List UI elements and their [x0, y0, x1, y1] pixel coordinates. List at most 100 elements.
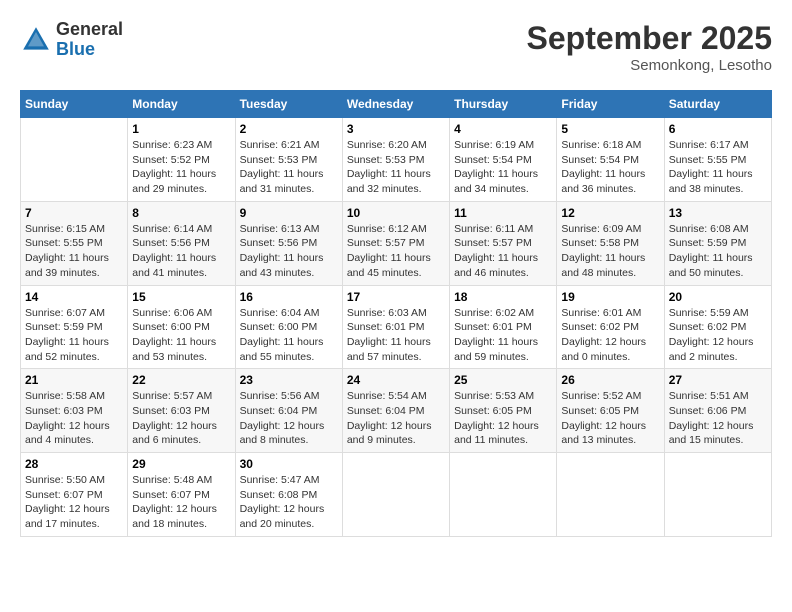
- day-number: 23: [240, 373, 338, 387]
- calendar-cell: 20 Sunrise: 5:59 AMSunset: 6:02 PMDayligh…: [664, 285, 771, 369]
- day-info: Sunrise: 5:58 AMSunset: 6:03 PMDaylight:…: [25, 389, 123, 448]
- column-header-sunday: Sunday: [21, 91, 128, 118]
- day-number: 14: [25, 290, 123, 304]
- day-number: 8: [132, 206, 230, 220]
- calendar-cell: 27 Sunrise: 5:51 AMSunset: 6:06 PMDayligh…: [664, 369, 771, 453]
- calendar-cell: 13 Sunrise: 6:08 AMSunset: 5:59 PMDayligh…: [664, 201, 771, 285]
- day-info: Sunrise: 6:15 AMSunset: 5:55 PMDaylight:…: [25, 222, 123, 281]
- day-number: 25: [454, 373, 552, 387]
- day-info: Sunrise: 6:06 AMSunset: 6:00 PMDaylight:…: [132, 306, 230, 365]
- calendar-week-row: 14 Sunrise: 6:07 AMSunset: 5:59 PMDayligh…: [21, 285, 772, 369]
- calendar-cell: 3 Sunrise: 6:20 AMSunset: 5:53 PMDaylight…: [342, 118, 449, 202]
- logo: General Blue: [20, 20, 123, 60]
- day-info: Sunrise: 6:11 AMSunset: 5:57 PMDaylight:…: [454, 222, 552, 281]
- day-info: Sunrise: 6:14 AMSunset: 5:56 PMDaylight:…: [132, 222, 230, 281]
- day-info: Sunrise: 5:51 AMSunset: 6:06 PMDaylight:…: [669, 389, 767, 448]
- calendar-cell: 17 Sunrise: 6:03 AMSunset: 6:01 PMDayligh…: [342, 285, 449, 369]
- calendar-cell: [664, 453, 771, 537]
- day-number: 21: [25, 373, 123, 387]
- day-info: Sunrise: 6:23 AMSunset: 5:52 PMDaylight:…: [132, 138, 230, 197]
- calendar-cell: 14 Sunrise: 6:07 AMSunset: 5:59 PMDayligh…: [21, 285, 128, 369]
- day-number: 11: [454, 206, 552, 220]
- day-number: 13: [669, 206, 767, 220]
- calendar-cell: 6 Sunrise: 6:17 AMSunset: 5:55 PMDaylight…: [664, 118, 771, 202]
- day-number: 28: [25, 457, 123, 471]
- column-header-thursday: Thursday: [450, 91, 557, 118]
- day-info: Sunrise: 5:53 AMSunset: 6:05 PMDaylight:…: [454, 389, 552, 448]
- day-number: 22: [132, 373, 230, 387]
- day-info: Sunrise: 5:57 AMSunset: 6:03 PMDaylight:…: [132, 389, 230, 448]
- calendar-cell: 18Sunrise: 6:02 AMSunset: 6:01 PMDayligh…: [450, 285, 557, 369]
- day-number: 4: [454, 122, 552, 136]
- day-info: Sunrise: 6:03 AMSunset: 6:01 PMDaylight:…: [347, 306, 445, 365]
- calendar-cell: 25 Sunrise: 5:53 AMSunset: 6:05 PMDayligh…: [450, 369, 557, 453]
- calendar-cell: 2Sunrise: 6:21 AMSunset: 5:53 PMDaylight…: [235, 118, 342, 202]
- day-number: 26: [561, 373, 659, 387]
- day-info: Sunrise: 5:54 AMSunset: 6:04 PMDaylight:…: [347, 389, 445, 448]
- calendar-week-row: 28 Sunrise: 5:50 AMSunset: 6:07 PMDayligh…: [21, 453, 772, 537]
- day-number: 6: [669, 122, 767, 136]
- day-info: Sunrise: 6:08 AMSunset: 5:59 PMDaylight:…: [669, 222, 767, 281]
- day-number: 7: [25, 206, 123, 220]
- calendar-cell: 5 Sunrise: 6:18 AMSunset: 5:54 PMDaylight…: [557, 118, 664, 202]
- month-title: September 2025: [527, 20, 772, 57]
- day-number: 3: [347, 122, 445, 136]
- day-info: Sunrise: 5:50 AMSunset: 6:07 PMDaylight:…: [25, 473, 123, 532]
- day-number: 29: [132, 457, 230, 471]
- day-number: 20: [669, 290, 767, 304]
- day-info: Sunrise: 6:18 AMSunset: 5:54 PMDaylight:…: [561, 138, 659, 197]
- calendar-week-row: 1 Sunrise: 6:23 AMSunset: 5:52 PMDaylight…: [21, 118, 772, 202]
- calendar-table: SundayMondayTuesdayWednesdayThursdayFrid…: [20, 90, 772, 537]
- calendar-cell: 30 Sunrise: 5:47 AMSunset: 6:08 PMDayligh…: [235, 453, 342, 537]
- day-number: 5: [561, 122, 659, 136]
- calendar-cell: [21, 118, 128, 202]
- calendar-cell: [557, 453, 664, 537]
- logo-icon: [20, 24, 52, 56]
- day-number: 30: [240, 457, 338, 471]
- day-number: 27: [669, 373, 767, 387]
- day-number: 1: [132, 122, 230, 136]
- day-info: Sunrise: 6:20 AMSunset: 5:53 PMDaylight:…: [347, 138, 445, 197]
- calendar-cell: 19Sunrise: 6:01 AMSunset: 6:02 PMDayligh…: [557, 285, 664, 369]
- calendar-cell: 8 Sunrise: 6:14 AMSunset: 5:56 PMDaylight…: [128, 201, 235, 285]
- day-info: Sunrise: 6:04 AMSunset: 6:00 PMDaylight:…: [240, 306, 338, 365]
- day-number: 9: [240, 206, 338, 220]
- day-info: Sunrise: 6:07 AMSunset: 5:59 PMDaylight:…: [25, 306, 123, 365]
- calendar-cell: 4 Sunrise: 6:19 AMSunset: 5:54 PMDaylight…: [450, 118, 557, 202]
- calendar-cell: 23 Sunrise: 5:56 AMSunset: 6:04 PMDayligh…: [235, 369, 342, 453]
- calendar-cell: 22 Sunrise: 5:57 AMSunset: 6:03 PMDayligh…: [128, 369, 235, 453]
- calendar-cell: 1 Sunrise: 6:23 AMSunset: 5:52 PMDaylight…: [128, 118, 235, 202]
- day-info: Sunrise: 6:21 AMSunset: 5:53 PMDaylight:…: [240, 138, 338, 197]
- column-header-saturday: Saturday: [664, 91, 771, 118]
- day-info: Sunrise: 5:56 AMSunset: 6:04 PMDaylight:…: [240, 389, 338, 448]
- page-header: General Blue September 2025 Semonkong, L…: [20, 20, 772, 74]
- day-number: 19: [561, 290, 659, 304]
- day-info: Sunrise: 6:12 AMSunset: 5:57 PMDaylight:…: [347, 222, 445, 281]
- calendar-week-row: 21 Sunrise: 5:58 AMSunset: 6:03 PMDayligh…: [21, 369, 772, 453]
- column-header-monday: Monday: [128, 91, 235, 118]
- calendar-cell: 16 Sunrise: 6:04 AMSunset: 6:00 PMDayligh…: [235, 285, 342, 369]
- calendar-cell: 29 Sunrise: 5:48 AMSunset: 6:07 PMDayligh…: [128, 453, 235, 537]
- calendar-cell: 12Sunrise: 6:09 AMSunset: 5:58 PMDayligh…: [557, 201, 664, 285]
- day-info: Sunrise: 5:47 AMSunset: 6:08 PMDaylight:…: [240, 473, 338, 532]
- calendar-cell: [450, 453, 557, 537]
- day-info: Sunrise: 6:17 AMSunset: 5:55 PMDaylight:…: [669, 138, 767, 197]
- day-number: 10: [347, 206, 445, 220]
- calendar-cell: 28 Sunrise: 5:50 AMSunset: 6:07 PMDayligh…: [21, 453, 128, 537]
- column-header-friday: Friday: [557, 91, 664, 118]
- day-info: Sunrise: 6:09 AMSunset: 5:58 PMDaylight:…: [561, 222, 659, 281]
- calendar-week-row: 7 Sunrise: 6:15 AMSunset: 5:55 PMDaylight…: [21, 201, 772, 285]
- day-info: Sunrise: 5:48 AMSunset: 6:07 PMDaylight:…: [132, 473, 230, 532]
- day-info: Sunrise: 5:52 AMSunset: 6:05 PMDaylight:…: [561, 389, 659, 448]
- title-block: September 2025 Semonkong, Lesotho: [527, 20, 772, 74]
- day-info: Sunrise: 5:59 AMSunset: 6:02 PMDaylight:…: [669, 306, 767, 365]
- location: Semonkong, Lesotho: [527, 57, 772, 74]
- calendar-cell: 9 Sunrise: 6:13 AMSunset: 5:56 PMDaylight…: [235, 201, 342, 285]
- logo-blue-text: Blue: [56, 39, 95, 59]
- day-number: 17: [347, 290, 445, 304]
- day-info: Sunrise: 6:13 AMSunset: 5:56 PMDaylight:…: [240, 222, 338, 281]
- day-number: 16: [240, 290, 338, 304]
- day-number: 18: [454, 290, 552, 304]
- day-info: Sunrise: 6:19 AMSunset: 5:54 PMDaylight:…: [454, 138, 552, 197]
- day-number: 24: [347, 373, 445, 387]
